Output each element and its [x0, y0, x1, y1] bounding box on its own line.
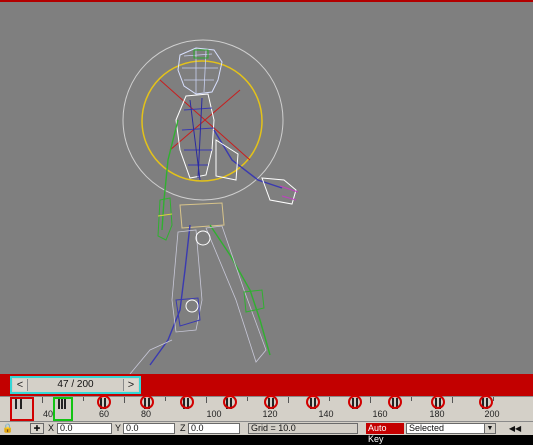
tick-mark: [329, 397, 330, 401]
character-wireframe: [122, 39, 299, 374]
tick-mark: [411, 397, 412, 401]
key-highlight-circle: [388, 395, 402, 409]
tick-label: 160: [372, 409, 388, 419]
tick-mark: [83, 397, 84, 401]
status-bar: 🔒 ✚ X 0.0 Y 0.0 Z 0.0 Grid = 10.0 Auto K…: [0, 421, 533, 444]
key-filter-dropdown[interactable]: Selected ▼: [406, 423, 496, 434]
rotate-gizmo-yellow-circle: [141, 60, 263, 182]
z-coordinate-label: Z: [180, 423, 186, 433]
time-slider[interactable]: < 47 / 200 >: [10, 376, 141, 394]
tick-label: 120: [262, 409, 278, 419]
key-highlight-circle: [180, 395, 194, 409]
tick-mark: [288, 397, 289, 403]
time-slider-prev-arrow[interactable]: <: [13, 379, 28, 391]
tick-mark: [247, 397, 248, 401]
time-slider-frame-readout: 47 / 200: [57, 379, 94, 390]
selection-lock-icon[interactable]: ✚: [30, 423, 44, 434]
tick-label: 200: [484, 409, 500, 419]
key-highlight-circle: [306, 395, 320, 409]
key-highlight-circle: [223, 395, 237, 409]
grid-size-readout: Grid = 10.0: [248, 423, 358, 434]
key-highlight-circle: [97, 395, 111, 409]
key-highlight-circle: [431, 395, 445, 409]
key-highlight-circle: [479, 395, 493, 409]
tick-label: 80: [140, 409, 152, 419]
current-frame-highlight-box: [53, 397, 73, 421]
x-coordinate-label: X: [48, 423, 55, 433]
tick-label: 40: [42, 409, 54, 419]
key-filter-value: Selected: [409, 423, 445, 433]
time-slider-next-arrow[interactable]: >: [123, 379, 138, 391]
key-highlight-circle: [348, 395, 362, 409]
z-coordinate-field[interactable]: 0.0: [188, 423, 240, 434]
key-highlight-circle: [140, 395, 154, 409]
trackbar[interactable]: 40 60 80 100 120 140 160 180 200: [0, 395, 533, 422]
previous-frame-icon[interactable]: ◀◀: [504, 423, 526, 434]
first-key-highlight-box: [10, 397, 34, 421]
y-coordinate-label: Y: [115, 423, 122, 433]
key-highlight-circle: [264, 395, 278, 409]
tick-mark: [206, 397, 207, 403]
chevron-down-icon: ▼: [484, 424, 495, 433]
tick-label: 180: [429, 409, 445, 419]
tick-label: 60: [98, 409, 110, 419]
perspective-viewport[interactable]: [0, 0, 533, 374]
tick-mark: [42, 397, 43, 403]
lock-icon[interactable]: 🔒: [2, 423, 13, 434]
tick-label: 140: [318, 409, 334, 419]
auto-key-button[interactable]: Auto Key: [366, 423, 404, 444]
tick-mark: [452, 397, 453, 403]
x-coordinate-field[interactable]: 0.0: [57, 423, 112, 434]
tick-mark: [493, 397, 494, 401]
tick-mark: [370, 397, 371, 403]
tick-mark: [124, 397, 125, 403]
y-coordinate-field[interactable]: 0.0: [123, 423, 175, 434]
tick-label: 100: [206, 409, 222, 419]
tick-mark: [165, 397, 166, 401]
